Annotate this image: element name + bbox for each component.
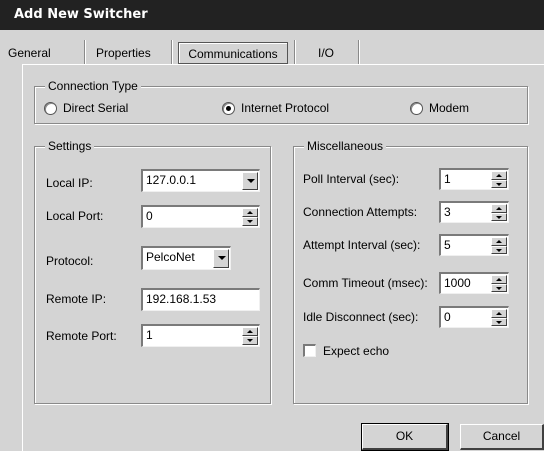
poll-interval-spinner[interactable]: 1 [439,168,509,190]
radio-modem[interactable]: Modem [410,100,469,116]
tab-separator [358,40,360,64]
spin-buttons [242,327,258,345]
spin-up-icon[interactable] [491,171,507,180]
remote-port-label: Remote Port: [46,329,117,343]
tab-separator [294,40,296,64]
radio-button-icon [410,101,423,115]
protocol-combobox[interactable]: PelcoNet [141,246,231,270]
spin-down-icon[interactable] [491,179,507,188]
local-ip-combobox[interactable]: 127.0.0.1 [141,169,260,192]
radio-direct-serial-label: Direct Serial [63,101,129,115]
poll-interval-label: Poll Interval (sec): [303,172,400,186]
radio-modem-label: Modem [429,101,470,115]
radio-internet-protocol-label: Internet Protocol [241,101,330,115]
tab-properties[interactable]: Properties [90,42,157,64]
spin-buttons [491,171,507,188]
protocol-value: PelcoNet [146,250,195,264]
remote-ip-label: Remote IP: [46,292,107,306]
radio-button-selected-icon [222,101,235,115]
add-switcher-dialog: Add New Switcher General Properties Comm… [0,0,544,451]
expect-echo-checkbox[interactable] [303,344,316,357]
spin-up-icon[interactable] [242,327,258,336]
local-port-value: 0 [146,209,153,223]
spin-up-icon[interactable] [491,204,507,213]
spin-buttons [491,204,507,221]
idle-disconnect-spinner[interactable]: 0 [439,306,509,328]
spin-down-icon[interactable] [491,245,507,254]
spin-down-icon[interactable] [491,212,507,221]
chevron-down-icon[interactable] [242,172,258,190]
expect-echo-label: Expect echo [323,344,390,358]
protocol-label: Protocol: [46,254,94,268]
spin-down-icon[interactable] [242,217,258,226]
remote-port-spinner[interactable]: 1 [141,324,260,347]
idle-disconnect-label: Idle Disconnect (sec): [303,310,419,324]
idle-disconnect-value: 0 [444,310,451,324]
chevron-down-icon[interactable] [213,249,229,268]
spin-up-icon[interactable] [242,208,258,217]
radio-button-icon [44,101,57,115]
spin-down-icon[interactable] [242,336,258,345]
spin-down-icon[interactable] [491,283,507,292]
spin-buttons [491,275,507,292]
attempt-interval-spinner[interactable]: 5 [439,234,509,256]
radio-direct-serial[interactable]: Direct Serial [44,100,128,116]
spin-buttons [242,208,258,226]
comm-timeout-value: 1000 [444,276,471,290]
tab-general[interactable]: General [2,42,57,64]
tab-communications[interactable]: Communications [178,42,288,64]
ok-button[interactable]: OK [361,423,449,451]
local-ip-value: 127.0.0.1 [146,173,197,187]
connection-attempts-label: Connection Attempts: [303,205,418,219]
poll-interval-value: 1 [444,172,451,186]
cancel-button[interactable]: Cancel [460,424,544,450]
connection-type-legend: Connection Type [45,79,141,93]
comm-timeout-label: Comm Timeout (msec): [303,276,428,290]
local-ip-label: Local IP: [46,176,93,190]
remote-port-value: 1 [146,328,153,342]
spin-down-icon[interactable] [491,317,507,326]
local-port-spinner[interactable]: 0 [141,205,260,228]
settings-legend: Settings [45,139,95,153]
tab-io[interactable]: I/O [312,42,340,64]
remote-ip-input[interactable]: 192.168.1.53 [141,288,260,311]
attempt-interval-label: Attempt Interval (sec): [303,238,421,252]
local-port-label: Local Port: [46,209,104,223]
spin-buttons [491,309,507,326]
radio-internet-protocol[interactable]: Internet Protocol [222,100,329,116]
spin-up-icon[interactable] [491,275,507,284]
comm-timeout-spinner[interactable]: 1000 [439,272,509,294]
connection-attempts-spinner[interactable]: 3 [439,201,509,223]
window-title: Add New Switcher [0,0,544,30]
tab-strip: General Properties Communications I/O [0,36,544,64]
spin-up-icon[interactable] [491,309,507,318]
tab-separator [171,40,173,64]
connection-attempts-value: 3 [444,205,451,219]
miscellaneous-legend: Miscellaneous [304,139,387,153]
spin-up-icon[interactable] [491,237,507,246]
spin-buttons [491,237,507,254]
tab-separator [84,40,86,64]
attempt-interval-value: 5 [444,238,451,252]
